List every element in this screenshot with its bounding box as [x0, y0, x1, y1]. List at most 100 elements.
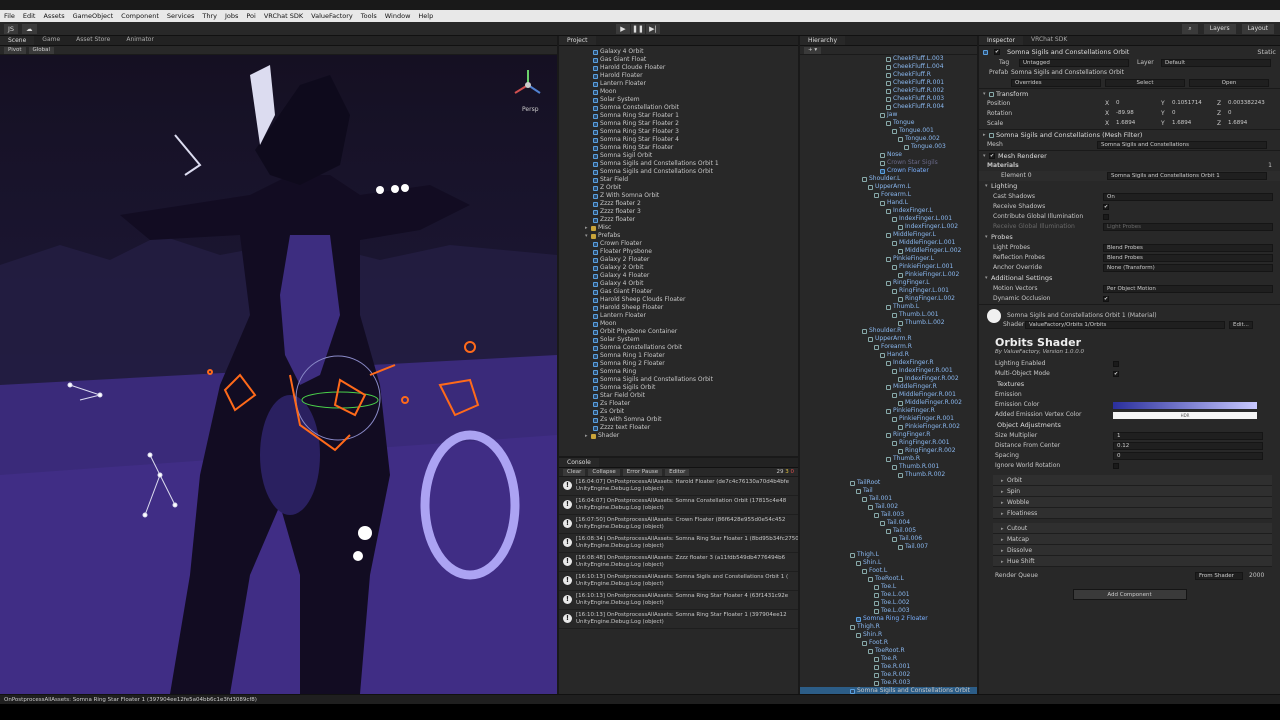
play-button[interactable]: ▶ — [616, 24, 630, 34]
hierarchy-item[interactable]: Shin.R — [800, 631, 977, 639]
prefab-item[interactable]: Somna Ring — [559, 368, 798, 376]
menu-file[interactable]: File — [0, 12, 19, 20]
console-entry[interactable]: ! [16:10:13] OnPostprocessAllAssets: Somn… — [559, 591, 798, 610]
hierarchy-item-selected[interactable]: Somna Sigils and Constellations Orbit — [800, 687, 977, 694]
tab-asset-store[interactable]: Asset Store — [68, 36, 118, 45]
menu-component[interactable]: Component — [117, 12, 163, 20]
add-object-button[interactable]: + ▾ — [804, 46, 822, 54]
error-count[interactable]: 0 — [791, 469, 795, 475]
foldout-wobble[interactable]: ▸ Wobble — [993, 497, 1272, 508]
foldout-hue-shift[interactable]: ▸ Hue Shift — [993, 556, 1272, 567]
hierarchy-item[interactable]: TailRoot — [800, 479, 977, 487]
hierarchy-item[interactable]: CheekFluff.R.001 — [800, 79, 977, 87]
hierarchy-item[interactable]: MiddleFinger.L.001 — [800, 239, 977, 247]
hierarchy-item[interactable]: Tongue.002 — [800, 135, 977, 143]
prefab-item[interactable]: Somna Sigils Orbit — [559, 384, 798, 392]
property-dropdown[interactable]: None (Transform) — [1103, 264, 1273, 272]
clear-button[interactable]: Clear — [563, 468, 586, 476]
shader-dropdown[interactable]: ValueFactory/Orbits 1/Orbits — [1025, 321, 1225, 329]
prefab-item[interactable]: Lantern Floater — [559, 80, 798, 88]
prefab-item[interactable]: Somna Constellations Orbit — [559, 344, 798, 352]
rotation-y-field[interactable]: 0 — [1169, 110, 1217, 118]
hierarchy-item[interactable]: IndexFinger.R — [800, 359, 977, 367]
hierarchy-item[interactable]: Tail.002 — [800, 503, 977, 511]
hierarchy-item[interactable]: Shoulder.R — [800, 327, 977, 335]
prefab-item[interactable]: Harold Sheep Clouds Floater — [559, 296, 798, 304]
console-entry[interactable]: ! [16:08:48] OnPostprocessAllAssets: Zzzz… — [559, 553, 798, 572]
property-dropdown[interactable]: Blend Probes — [1103, 244, 1273, 252]
prefab-item[interactable]: Harold Sheep Floater — [559, 304, 798, 312]
menu-help[interactable]: Help — [414, 12, 437, 20]
hierarchy-item[interactable]: CheekFluff.R.002 — [800, 87, 977, 95]
prefab-item[interactable]: Moon — [559, 320, 798, 328]
hierarchy-item[interactable]: PinkieFinger.R.001 — [800, 415, 977, 423]
hierarchy-item[interactable]: MiddleFinger.R.001 — [800, 391, 977, 399]
hierarchy-item[interactable]: IndexFinger.L.002 — [800, 223, 977, 231]
hierarchy-item[interactable]: MiddleFinger.R — [800, 383, 977, 391]
hierarchy-item[interactable]: Jaw — [800, 111, 977, 119]
property-dropdown[interactable]: Blend Probes — [1103, 254, 1273, 262]
multi-object-checkbox[interactable]: ✔ — [1113, 371, 1119, 377]
account-button[interactable]: JS — [4, 24, 19, 34]
scale-x-field[interactable]: 1.6894 — [1113, 120, 1161, 128]
hierarchy-item[interactable]: PinkieFinger.R.002 — [800, 423, 977, 431]
rotation-x-field[interactable]: -89.98 — [1113, 110, 1161, 118]
error-pause-toggle[interactable]: Error Pause — [622, 468, 663, 476]
menu-assets[interactable]: Assets — [39, 12, 68, 20]
ignore-rotation-checkbox[interactable] — [1113, 463, 1119, 469]
prefab-item[interactable]: Somna Ring 2 Floater — [559, 360, 798, 368]
hierarchy-item[interactable]: Thigh.R — [800, 623, 977, 631]
rotation-z-field[interactable]: 0 — [1225, 110, 1273, 118]
hierarchy-item[interactable]: CheekFluff.R.004 — [800, 103, 977, 111]
mesh-renderer-header[interactable]: ▾ ✔ Mesh Renderer — [979, 150, 1280, 161]
hierarchy-item[interactable]: Thumb.R — [800, 455, 977, 463]
menu-window[interactable]: Window — [381, 12, 415, 20]
tab-scene[interactable]: Scene — [0, 36, 35, 45]
prefab-item[interactable]: Floater Physbone — [559, 248, 798, 256]
tab-console[interactable]: Console — [559, 458, 599, 467]
hierarchy-item[interactable]: Toe.L.001 — [800, 591, 977, 599]
prefab-item[interactable]: Z With Somna Orbit — [559, 192, 798, 200]
hierarchy-item[interactable]: Thumb.L.001 — [800, 311, 977, 319]
prefab-item[interactable]: Gas Giant Floater — [559, 288, 798, 296]
prefab-item[interactable]: Moon — [559, 88, 798, 96]
hierarchy-item[interactable]: RingFinger.L — [800, 279, 977, 287]
prefab-item[interactable]: Harold Cloude Floater — [559, 64, 798, 72]
prefab-item[interactable]: Zs Floater — [559, 400, 798, 408]
tab-hierarchy[interactable]: Hierarchy — [800, 36, 846, 45]
hierarchy-item[interactable]: RingFinger.R.001 — [800, 439, 977, 447]
console-entry[interactable]: ! [16:10:13] OnPostprocessAllAssets: Somn… — [559, 610, 798, 629]
hierarchy-item[interactable]: MiddleFinger.L — [800, 231, 977, 239]
search-icon[interactable]: ⌕ — [1182, 24, 1198, 34]
prefab-item[interactable]: Solar System — [559, 336, 798, 344]
hierarchy-item[interactable]: Tail.003 — [800, 511, 977, 519]
property-checkbox[interactable] — [1103, 214, 1109, 220]
hierarchy-item[interactable]: IndexFinger.R.002 — [800, 375, 977, 383]
folder-item[interactable]: ▸ Shader — [559, 432, 798, 440]
prefab-item[interactable]: Harold Floater — [559, 72, 798, 80]
property-dropdown[interactable]: On — [1103, 193, 1273, 201]
prefab-item[interactable]: Somna Sigils and Constellations Orbit 1 — [559, 160, 798, 168]
hierarchy-item[interactable]: Thumb.R.002 — [800, 471, 977, 479]
hierarchy-item[interactable]: IndexFinger.R.001 — [800, 367, 977, 375]
hierarchy-item[interactable]: Tail — [800, 487, 977, 495]
lighting-foldout[interactable]: ▾ Lighting — [979, 181, 1280, 192]
info-count[interactable]: 29 — [777, 469, 784, 475]
prefab-item[interactable]: Galaxy 4 Floater — [559, 272, 798, 280]
tab-game[interactable]: Game — [34, 36, 68, 45]
hierarchy-item[interactable]: MiddleFinger.L.002 — [800, 247, 977, 255]
emission-color-swatch[interactable] — [1113, 401, 1257, 409]
tag-dropdown[interactable]: Untagged — [1019, 59, 1129, 67]
materials-label[interactable]: Materials — [987, 161, 1019, 171]
hierarchy-item[interactable]: Crown Floater — [800, 167, 977, 175]
scale-z-field[interactable]: 1.6894 — [1225, 120, 1273, 128]
prefab-item[interactable]: Somna Sigils and Constellations Orbit — [559, 168, 798, 176]
editor-dropdown[interactable]: Editor — [665, 468, 690, 476]
spacing-field[interactable]: 0 — [1113, 452, 1263, 460]
hierarchy-item[interactable]: Tongue.001 — [800, 127, 977, 135]
foldout-matcap[interactable]: ▸ Matcap — [993, 534, 1272, 545]
prefab-item[interactable]: Somna Ring Star Floater 2 — [559, 120, 798, 128]
hierarchy-item[interactable]: RingFinger.R — [800, 431, 977, 439]
hierarchy-item[interactable]: ToeRoot.R — [800, 647, 977, 655]
prefab-item[interactable]: Galaxy 4 Orbit — [559, 280, 798, 288]
